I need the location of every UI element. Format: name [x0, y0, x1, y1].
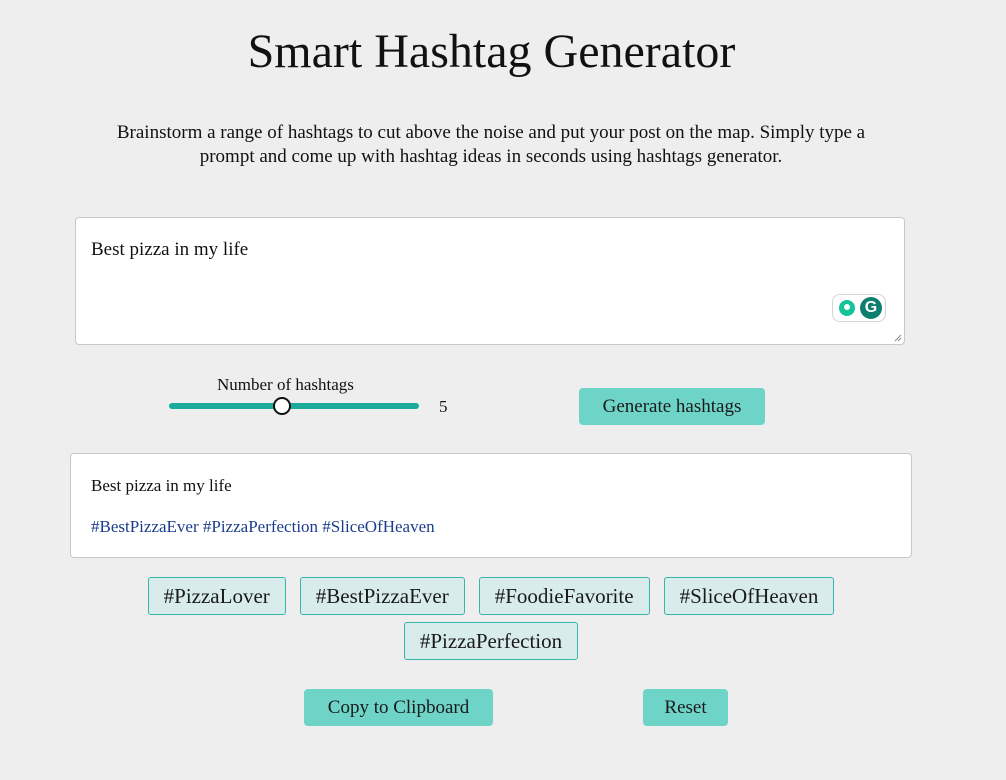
grammarly-g-icon[interactable]: G — [860, 297, 882, 319]
page-title: Smart Hashtag Generator — [247, 25, 736, 78]
prompt-text: Best pizza in my life — [91, 239, 249, 260]
slider-value: 5 — [439, 397, 448, 416]
result-prompt: Best pizza in my life — [91, 476, 232, 495]
generate-hashtags-button[interactable]: Generate hashtags — [579, 388, 765, 425]
slider-label: Number of hashtags — [217, 375, 354, 394]
prompt-textarea[interactable]: Best pizza in my life G — [75, 217, 905, 345]
hashtag-chip[interactable]: #SliceOfHeaven — [663, 577, 835, 615]
reset-button[interactable]: Reset — [643, 689, 728, 726]
slider-track[interactable] — [169, 403, 419, 409]
copy-to-clipboard-button[interactable]: Copy to Clipboard — [304, 689, 493, 726]
hashtag-chip[interactable]: #BestPizzaEver — [299, 577, 465, 615]
grammarly-widget[interactable]: G — [832, 294, 886, 322]
page-description: Brainstorm a range of hashtags to cut ab… — [116, 122, 866, 167]
resize-grip-icon[interactable] — [894, 334, 902, 342]
slider-thumb[interactable] — [273, 397, 291, 415]
page: Smart Hashtag Generator Brainstorm a ran… — [0, 0, 1006, 780]
hashtag-chip-list: #PizzaLover #BestPizzaEver #FoodieFavori… — [70, 577, 912, 660]
hashtag-chip[interactable]: #PizzaPerfection — [403, 622, 579, 660]
result-hashtags: #BestPizzaEver #PizzaPerfection #SliceOf… — [91, 517, 435, 536]
hashtag-chip[interactable]: #PizzaLover — [147, 577, 286, 615]
lightbulb-icon[interactable] — [839, 300, 855, 316]
hashtag-count-slider-group: Number of hashtags 5 — [169, 373, 459, 417]
result-panel: Best pizza in my life #BestPizzaEver #Pi… — [70, 453, 912, 558]
hashtag-chip[interactable]: #FoodieFavorite — [478, 577, 650, 615]
